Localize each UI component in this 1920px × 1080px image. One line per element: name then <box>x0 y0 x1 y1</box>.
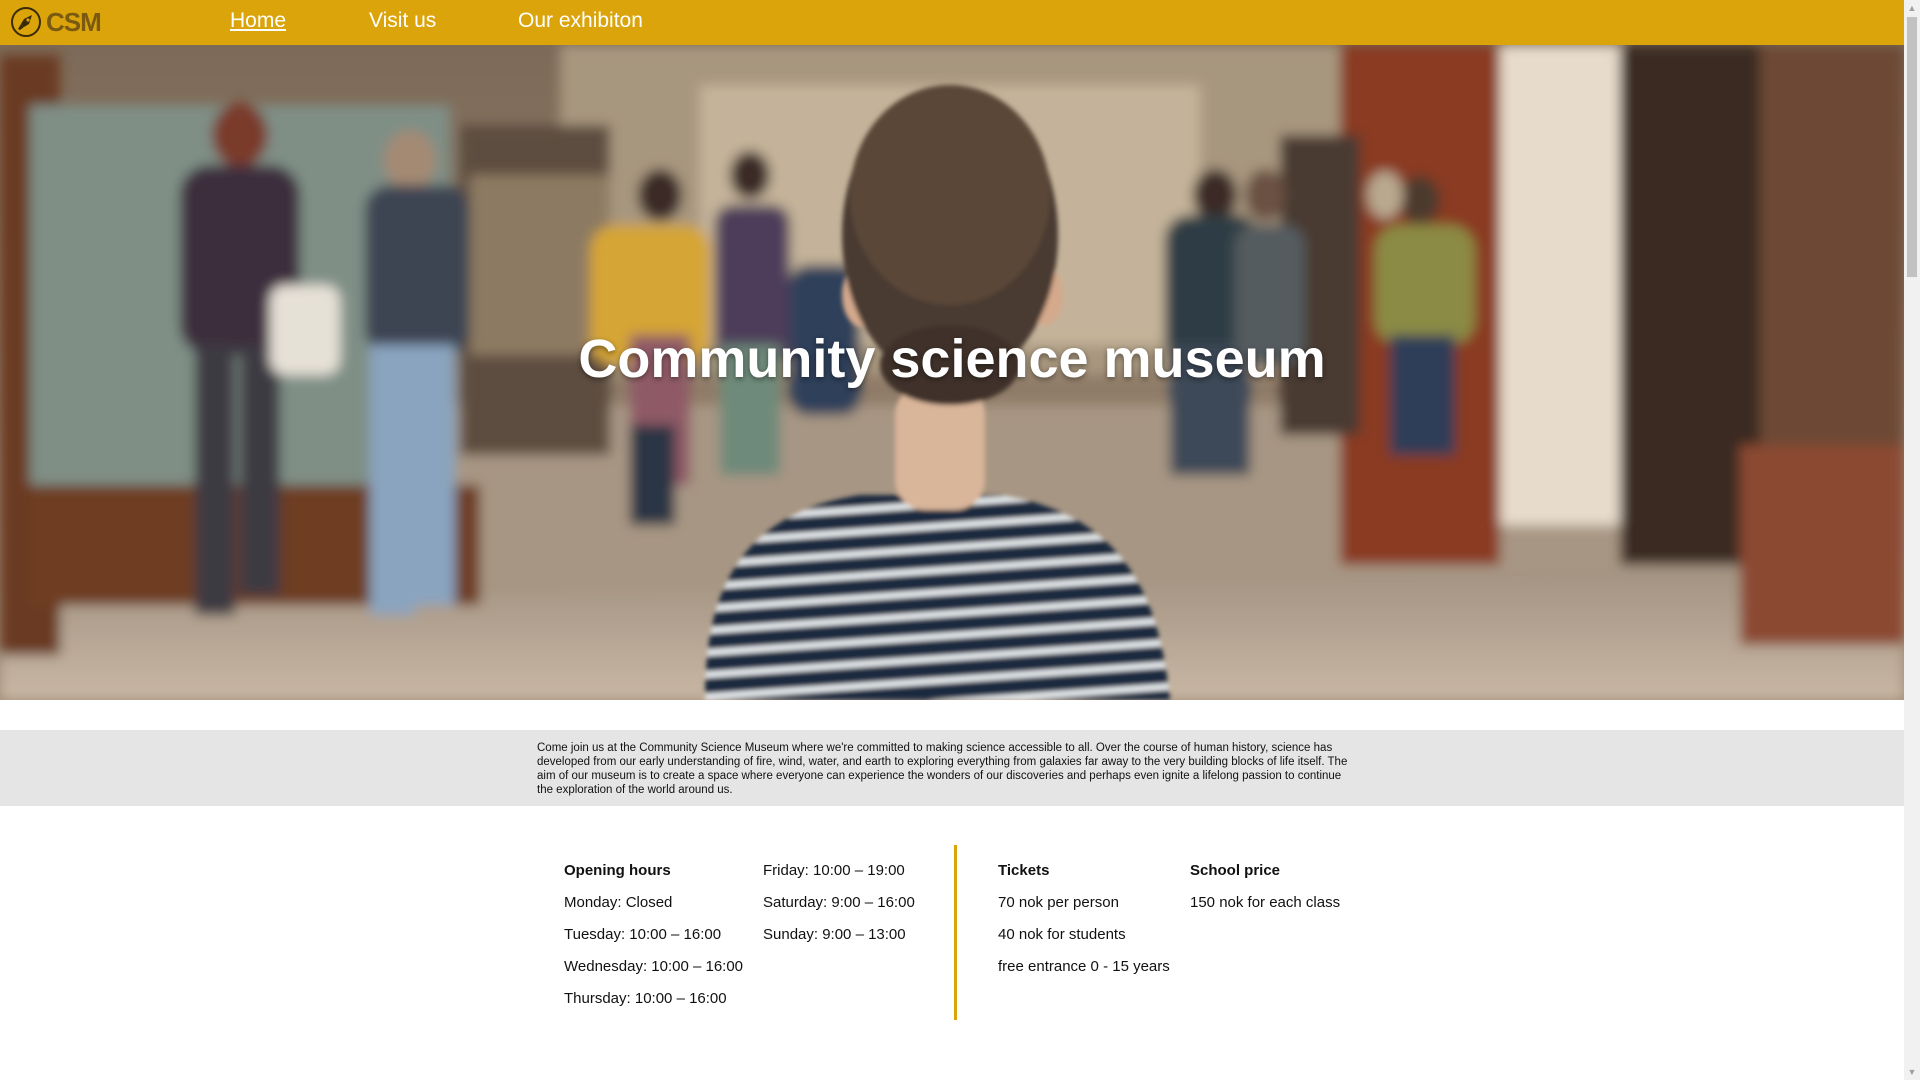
school-price-heading: School price <box>1190 862 1281 879</box>
tickets-heading: Tickets <box>998 862 1050 879</box>
hero-banner: Community science museum <box>0 45 1904 700</box>
logo-text: CSM <box>46 6 102 37</box>
nav-link-visit-us[interactable]: Visit us <box>369 9 436 33</box>
opening-hours-row: Wednesday: 10:00 – 16:00 <box>564 958 744 975</box>
opening-hours-column-2: Friday: 10:00 – 19:00 Saturday: 9:00 – 1… <box>763 863 915 959</box>
ticket-price-row: 40 nok for students <box>998 926 1126 943</box>
scroll-thumb[interactable] <box>1907 17 1917 277</box>
intro-text: Come join us at the Community Science Mu… <box>537 742 1348 796</box>
page: CSM Home Visit us Our exhibiton Communit… <box>0 0 1904 1080</box>
hero-title: Community science museum <box>578 329 1326 389</box>
scroll-up-arrow-icon[interactable]: ▲ <box>1904 0 1920 16</box>
rocket-logo-icon <box>11 7 41 37</box>
intro-section: Come join us at the Community Science Mu… <box>0 730 1904 806</box>
ticket-price-row: 70 nok per person <box>998 894 1119 911</box>
opening-hours-row: Friday: 10:00 – 19:00 <box>763 862 905 879</box>
opening-hours-row: Sunday: 9:00 – 13:00 <box>763 926 906 943</box>
nav-link-home[interactable]: Home <box>230 9 286 33</box>
info-section: Opening hours Monday: Closed Tuesday: 10… <box>0 845 1904 1025</box>
ticket-price-row: free entrance 0 - 15 years <box>998 958 1170 975</box>
top-nav: CSM Home Visit us Our exhibiton <box>0 0 1904 45</box>
section-divider <box>954 845 957 1020</box>
opening-hours-row: Monday: Closed <box>564 894 673 911</box>
school-price-row: 150 nok for each class <box>1190 894 1341 911</box>
vertical-scrollbar[interactable]: ▲ ▼ <box>1904 0 1920 1080</box>
school-price-column: School price 150 nok for each class <box>1190 863 1340 927</box>
tickets-column: Tickets 70 nok per person 40 nok for stu… <box>998 863 1170 991</box>
nav-link-our-exhibiton[interactable]: Our exhibiton <box>518 9 643 33</box>
opening-hours-column: Opening hours Monday: Closed Tuesday: 10… <box>564 863 743 1023</box>
scroll-down-arrow-icon[interactable]: ▼ <box>1904 1064 1920 1080</box>
opening-hours-row: Thursday: 10:00 – 16:00 <box>564 990 727 1007</box>
site-logo[interactable]: CSM <box>10 5 102 39</box>
opening-hours-row: Tuesday: 10:00 – 16:00 <box>564 926 722 943</box>
opening-hours-heading: Opening hours <box>564 862 671 879</box>
opening-hours-row: Saturday: 9:00 – 16:00 <box>763 894 915 911</box>
